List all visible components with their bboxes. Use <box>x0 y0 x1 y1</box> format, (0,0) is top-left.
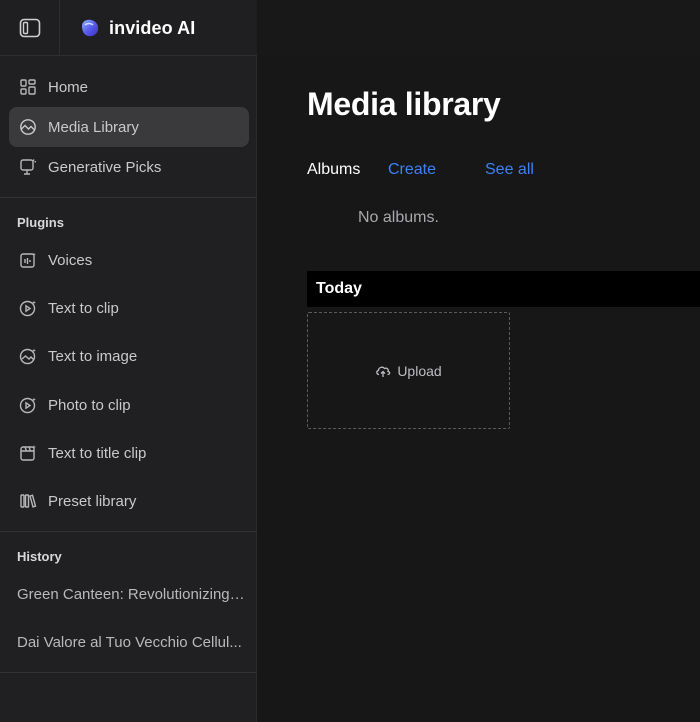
empty-albums-message: No albums. <box>358 209 439 226</box>
sidebar-item-media-library[interactable]: Media Library <box>9 107 249 147</box>
history-item[interactable]: Green Canteen: Revolutionizing ... <box>17 586 245 603</box>
upload-dropzone[interactable]: Upload <box>307 312 510 429</box>
text-to-clip-icon <box>18 298 38 318</box>
create-album-link[interactable]: Create <box>388 161 436 179</box>
sidebar-item-text-to-title-clip[interactable]: Text to title clip <box>9 433 249 473</box>
generative-picks-icon <box>18 157 38 177</box>
sidebar-item-label: Generative Picks <box>48 158 162 176</box>
sidebar-item-home[interactable]: Home <box>9 67 249 107</box>
voice-icon <box>18 250 38 270</box>
albums-label: Albums <box>307 161 361 178</box>
sidebar-item-label: Voices <box>48 251 93 269</box>
photo-to-clip-icon <box>18 395 38 415</box>
library-icon <box>18 491 38 511</box>
grid-icon <box>18 77 38 97</box>
image-icon <box>18 117 38 137</box>
date-group-label: Today <box>316 280 362 297</box>
sidebar-item-voices[interactable]: Voices <box>9 240 249 280</box>
top-bar: invideo AI <box>0 0 700 56</box>
invideo-logo-icon <box>79 17 101 39</box>
sidebar-item-label: Preset library <box>48 492 137 510</box>
title-clip-icon <box>18 443 38 463</box>
sidebar-item-preset-library[interactable]: Preset library <box>9 481 249 521</box>
text-to-image-icon <box>18 346 38 366</box>
sidebar-item-label: Text to image <box>48 347 138 365</box>
date-group-header: Today <box>307 271 700 307</box>
sidebar-divider <box>0 672 257 673</box>
brand-name: invideo AI <box>109 17 196 38</box>
plugins-heading: Plugins <box>17 215 64 230</box>
brand[interactable]: invideo AI <box>79 16 195 40</box>
sidebar-item-generative-picks[interactable]: Generative Picks <box>9 147 249 187</box>
sidebar-toggle-button[interactable] <box>0 0 60 56</box>
upload-label: Upload <box>397 362 442 379</box>
sidebar-divider <box>0 531 257 532</box>
sidebar-item-label: Text to title clip <box>48 444 147 462</box>
sidebar-item-label: Home <box>48 78 89 96</box>
sidebar-toggle-icon <box>19 18 41 38</box>
sidebar-item-photo-to-clip[interactable]: Photo to clip <box>9 385 249 425</box>
sidebar-item-label: Text to clip <box>48 299 119 317</box>
header-area <box>257 0 700 56</box>
sidebar-item-text-to-image[interactable]: Text to image <box>9 336 249 376</box>
see-all-albums-link[interactable]: See all <box>485 161 534 179</box>
history-heading: History <box>17 549 62 564</box>
history-item[interactable]: Dai Valore al Tuo Vecchio Cellul... <box>17 634 245 651</box>
sidebar-item-label: Media Library <box>48 118 139 136</box>
sidebar-item-label: Photo to clip <box>48 396 131 414</box>
sidebar-item-text-to-clip[interactable]: Text to clip <box>9 288 249 328</box>
cloud-upload-icon <box>375 364 391 378</box>
sidebar-divider <box>0 197 257 198</box>
page-title: Media library <box>307 86 501 122</box>
